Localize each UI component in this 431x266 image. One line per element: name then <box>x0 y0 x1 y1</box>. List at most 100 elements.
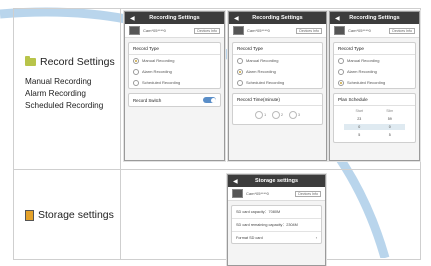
phone-screen-manual: ◀ Recording Settings Cam*05****0 Devices… <box>124 11 225 161</box>
record-type-section: Record Type Manual Recording Alarm Recor… <box>333 42 416 89</box>
record-switch-row: Record Switch <box>129 94 220 106</box>
record-switch-toggle[interactable] <box>203 97 216 103</box>
plan-header: Start <box>355 109 364 113</box>
time-option-label: 1 <box>264 113 267 117</box>
option-manual[interactable]: Manual Recording <box>233 55 322 66</box>
title-bar: ◀ Recording Settings <box>125 12 224 24</box>
storage-info-section: SD card capacity：7080M SD card remaining… <box>231 205 322 244</box>
phone-screen-alarm: ◀ Recording Settings Cam*05****0 Devices… <box>228 11 327 161</box>
section-header: Plan Schedule <box>334 94 415 106</box>
screen-title: Recording Settings <box>252 15 303 21</box>
camera-thumbnail-icon <box>232 189 243 198</box>
plan-cell[interactable]: 59 <box>375 116 406 122</box>
option-label: Alarm Recording <box>347 69 377 74</box>
record-time-options: 1 2 3 <box>233 106 322 124</box>
camera-thumbnail-icon <box>129 26 140 35</box>
chevron-right-icon: › <box>315 235 317 240</box>
option-scheduled[interactable]: Scheduled Recording <box>233 77 322 88</box>
record-type-section: Record Type Manual Recording Alarm Recor… <box>232 42 323 89</box>
plan-cell[interactable]: 0 <box>344 124 375 130</box>
record-settings-heading: Record Settings <box>25 56 115 68</box>
option-alarm[interactable]: Alarm Recording <box>334 66 415 77</box>
plan-cell[interactable]: 5 <box>375 132 406 138</box>
screen-title: Recording Settings <box>349 15 400 21</box>
devices-info-button[interactable]: Devices Info <box>194 27 220 34</box>
device-name: Cam*05****0 <box>246 191 269 196</box>
section-header: Record Type <box>129 43 220 55</box>
title-bar: ◀ Storage settings <box>228 175 325 187</box>
devices-info-button[interactable]: Devices Info <box>389 27 415 34</box>
device-row: Cam*05****0 Devices Info <box>125 24 224 38</box>
time-option-label: 2 <box>281 113 283 117</box>
sd-card-icon <box>25 209 34 221</box>
radio-icon[interactable] <box>338 57 344 64</box>
option-label: Scheduled Recording <box>142 80 181 85</box>
phone-screen-schedule: ◀ Recording Settings Cam*05****0 Devices… <box>329 11 420 161</box>
option-label: Manual Recording <box>246 58 279 63</box>
screen-title: Storage settings <box>254 178 299 184</box>
option-label: Scheduled Recording <box>246 80 285 85</box>
record-time-section: Record Time(minute) 1 2 3 <box>232 93 323 125</box>
option-label: Manual Recording <box>347 58 380 63</box>
radio-icon[interactable] <box>237 79 243 86</box>
plan-cell[interactable]: 5 <box>344 132 375 138</box>
option-scheduled[interactable]: Scheduled Recording <box>334 77 415 88</box>
screen-title: Recording Settings <box>149 15 200 21</box>
device-row: Cam*05****0 Devices Info <box>229 24 326 38</box>
radio-icon[interactable] <box>133 68 139 75</box>
format-sd-label: Format SD card <box>236 235 263 240</box>
title-bar: ◀ Recording Settings <box>330 12 419 24</box>
features-table: Record Settings Manual Recording Alarm R… <box>13 8 421 266</box>
phone-screen-storage: ◀ Storage settings Cam*05****0 Devices I… <box>227 174 326 266</box>
switch-label: Record Switch <box>133 97 162 103</box>
storage-settings-heading: Storage settings <box>25 209 114 221</box>
record-settings-title: Record Settings <box>40 56 115 68</box>
device-name: Cam*05****0 <box>247 28 270 33</box>
plan-header: Slim <box>386 109 394 113</box>
format-sd-row[interactable]: Format SD card › <box>232 232 321 243</box>
option-label: Manual Recording <box>142 58 175 63</box>
radio-icon[interactable] <box>237 57 243 64</box>
radio-selected-icon[interactable] <box>133 57 139 64</box>
list-item: Manual Recording <box>25 77 92 86</box>
radio-selected-icon[interactable] <box>338 79 344 86</box>
record-switch-section: Record Switch <box>128 93 221 107</box>
plan-schedule-grid: Start Slim 23 59 0 0 5 5 <box>334 106 415 142</box>
devices-info-button[interactable]: Devices Info <box>295 190 321 197</box>
time-option-circle[interactable] <box>255 111 264 119</box>
device-name: Cam*05****0 <box>348 28 371 33</box>
section-header: Record Type <box>334 43 415 55</box>
option-alarm[interactable]: Alarm Recording <box>233 66 322 77</box>
option-label: Alarm Recording <box>142 69 172 74</box>
section-header: Record Time(minute) <box>233 94 322 106</box>
option-manual[interactable]: Manual Recording <box>129 55 220 66</box>
device-row: Cam*05****0 Devices Info <box>330 24 419 38</box>
option-manual[interactable]: Manual Recording <box>334 55 415 66</box>
option-label: Alarm Recording <box>246 69 276 74</box>
manual-page: Record Settings Manual Recording Alarm R… <box>0 0 431 266</box>
plan-cell[interactable]: 0 <box>374 124 405 130</box>
radio-selected-icon[interactable] <box>237 68 243 75</box>
option-alarm[interactable]: Alarm Recording <box>129 66 220 77</box>
plan-cell[interactable]: 23 <box>344 116 375 122</box>
time-option-label: 3 <box>297 113 300 117</box>
title-bar: ◀ Recording Settings <box>229 12 326 24</box>
plan-schedule-section: Plan Schedule Start Slim 23 59 0 0 5 5 <box>333 93 416 143</box>
list-item: Alarm Recording <box>25 89 86 98</box>
device-name: Cam*05****0 <box>143 28 166 33</box>
devices-info-button[interactable]: Devices Info <box>296 27 322 34</box>
section-header: Record Type <box>233 43 322 55</box>
column-divider <box>120 9 121 259</box>
record-type-section: Record Type Manual Recording Alarm Recor… <box>128 42 221 89</box>
option-label: Scheduled Recording <box>347 80 386 85</box>
folder-icon <box>25 56 36 66</box>
camera-thumbnail-icon <box>233 26 244 35</box>
sd-remaining-text: SD card remaining capacity：2304M <box>236 222 298 227</box>
radio-icon[interactable] <box>133 79 139 86</box>
sd-remaining-row: SD card remaining capacity：2304M <box>232 219 321 232</box>
radio-icon[interactable] <box>338 68 344 75</box>
time-option-circle[interactable] <box>272 111 281 119</box>
time-option-circle[interactable] <box>288 111 297 119</box>
option-scheduled[interactable]: Scheduled Recording <box>129 77 220 88</box>
record-mode-list: Manual Recording Alarm Recording Schedul… <box>25 76 115 112</box>
